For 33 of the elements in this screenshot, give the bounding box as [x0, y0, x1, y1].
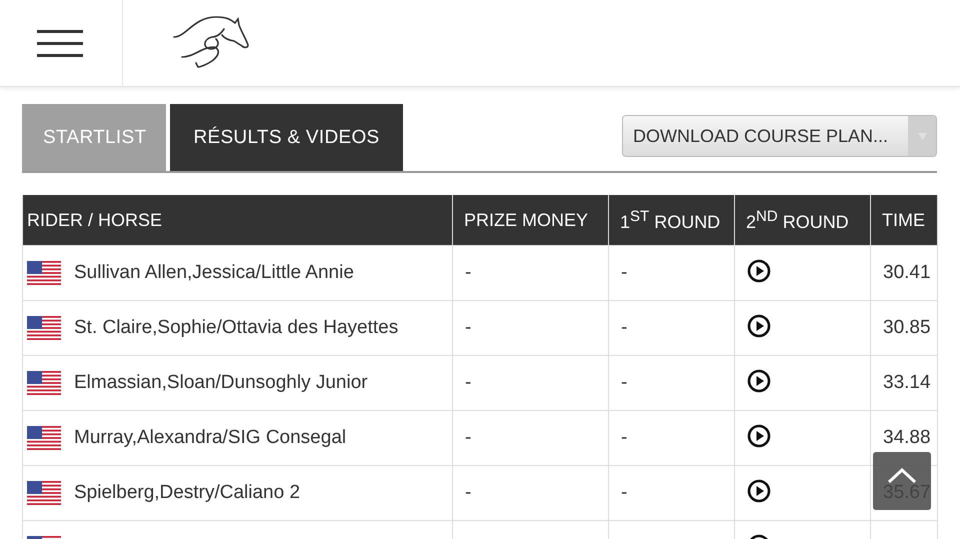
table-cell: - — [452, 466, 608, 520]
scroll-to-top-button[interactable] — [873, 452, 931, 510]
column-header: PRIZE MONEY — [452, 195, 608, 246]
menu-icon[interactable] — [37, 30, 83, 56]
table-cell: - — [608, 410, 734, 466]
play-icon[interactable] — [747, 314, 771, 338]
us-flag-icon — [27, 426, 61, 450]
table-cell: 30.41 — [870, 246, 938, 300]
table-cell: - — [608, 300, 734, 356]
table-cell: - — [608, 356, 734, 410]
column-header: 2$^{ND}$ ROUND — [734, 195, 870, 246]
us-flag-icon — [27, 316, 61, 340]
column-header: RIDER / HORSE — [22, 195, 452, 246]
play-icon[interactable] — [747, 424, 771, 448]
tab[interactable]: RÉSULTS & VIDEOS — [170, 104, 403, 171]
us-flag-icon — [27, 371, 61, 395]
us-flag-icon — [27, 481, 61, 505]
column-header: TIME — [870, 195, 938, 246]
play-icon[interactable] — [747, 369, 771, 393]
table-cell: - — [608, 466, 734, 520]
column-header: 1$^{ST}$ ROUND — [608, 195, 734, 246]
chevron-up-icon — [887, 468, 917, 484]
play-icon[interactable] — [747, 259, 771, 283]
table-cell: - — [452, 410, 608, 466]
table-cell: - — [452, 356, 608, 410]
table-cell: - — [452, 246, 608, 300]
table-cell: 33.14 — [870, 356, 938, 410]
table-cell: 30.85 — [870, 300, 938, 356]
play-icon[interactable] — [747, 479, 771, 503]
table-cell: - — [452, 300, 608, 356]
us-flag-icon — [27, 261, 61, 285]
course-plan-dropdown[interactable]: DOWNLOAD COURSE PLAN... — [622, 115, 937, 157]
table-cell: - — [608, 246, 734, 300]
